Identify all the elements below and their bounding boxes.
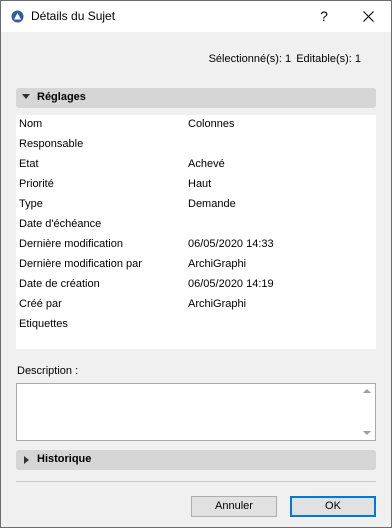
app-icon bbox=[11, 10, 24, 23]
property-row[interactable]: Nom Colonnes bbox=[16, 115, 376, 135]
property-name: Nom bbox=[19, 118, 43, 130]
property-name: Responsable bbox=[19, 138, 84, 150]
history-section-header[interactable]: Historique bbox=[16, 450, 376, 470]
close-button[interactable] bbox=[347, 1, 391, 32]
selected-count: Sélectionné(s): 1 bbox=[208, 53, 292, 65]
triangle-right-icon bbox=[24, 456, 29, 464]
history-section-label: Historique bbox=[37, 453, 92, 465]
property-value: ArchiGraphi bbox=[188, 258, 247, 270]
property-row[interactable]: Etat Achevé bbox=[16, 155, 376, 175]
description-scrollbar[interactable] bbox=[358, 384, 375, 440]
settings-section-label: Réglages bbox=[37, 91, 86, 103]
property-value: 06/05/2020 14:33 bbox=[188, 238, 274, 250]
property-value: Demande bbox=[188, 198, 236, 210]
property-row[interactable]: Créé par ArchiGraphi bbox=[16, 295, 376, 315]
close-icon bbox=[363, 11, 374, 22]
cancel-button[interactable]: Annuler bbox=[191, 496, 277, 517]
divider bbox=[16, 481, 376, 482]
property-value: Colonnes bbox=[188, 118, 235, 130]
property-row[interactable]: Date d'échéance bbox=[16, 215, 376, 235]
property-name: Etiquettes bbox=[19, 318, 68, 330]
property-name: Priorité bbox=[19, 178, 54, 190]
scroll-up-icon[interactable] bbox=[363, 389, 371, 393]
property-row[interactable]: Responsable bbox=[16, 135, 376, 155]
property-row[interactable]: Dernière modification par ArchiGraphi bbox=[16, 255, 376, 275]
ok-button[interactable]: OK bbox=[290, 496, 376, 517]
property-name: Dernière modification bbox=[19, 238, 123, 250]
property-value: ArchiGraphi bbox=[188, 298, 247, 310]
help-button[interactable]: ? bbox=[301, 1, 347, 32]
property-name: Créé par bbox=[19, 298, 62, 310]
settings-section-header[interactable]: Réglages bbox=[16, 88, 376, 108]
property-value: Haut bbox=[188, 178, 212, 190]
selection-status: Sélectionné(s): 1 Editable(s): 1 bbox=[209, 53, 361, 65]
property-value: 06/05/2020 14:19 bbox=[188, 278, 274, 290]
property-name: Dernière modification par bbox=[19, 258, 142, 270]
dialog-body: Sélectionné(s): 1 Editable(s): 1 Réglage… bbox=[1, 32, 391, 527]
scroll-down-icon[interactable] bbox=[363, 431, 371, 435]
editable-count: Editable(s): 1 bbox=[296, 53, 361, 65]
property-value: Achevé bbox=[188, 158, 225, 170]
property-name: Date de création bbox=[19, 278, 100, 290]
property-row[interactable]: Date de création 06/05/2020 14:19 bbox=[16, 275, 376, 295]
property-row[interactable]: Dernière modification 06/05/2020 14:33 bbox=[16, 235, 376, 255]
properties-list: Nom Colonnes Responsable Etat Achevé Pri… bbox=[16, 115, 376, 349]
property-row[interactable]: Priorité Haut bbox=[16, 175, 376, 195]
description-textarea[interactable] bbox=[16, 383, 376, 441]
description-label: Description : bbox=[17, 365, 79, 377]
property-name: Etat bbox=[19, 158, 39, 170]
property-row[interactable]: Etiquettes bbox=[16, 315, 376, 335]
dialog-window: Détails du Sujet ? Sélectionné(s): 1 Edi… bbox=[0, 0, 392, 528]
property-name: Date d'échéance bbox=[19, 218, 102, 230]
property-name: Type bbox=[19, 198, 43, 210]
triangle-down-icon bbox=[22, 94, 30, 99]
title-bar[interactable]: Détails du Sujet ? bbox=[1, 1, 391, 32]
window-title: Détails du Sujet bbox=[31, 9, 116, 23]
property-row[interactable]: Type Demande bbox=[16, 195, 376, 215]
